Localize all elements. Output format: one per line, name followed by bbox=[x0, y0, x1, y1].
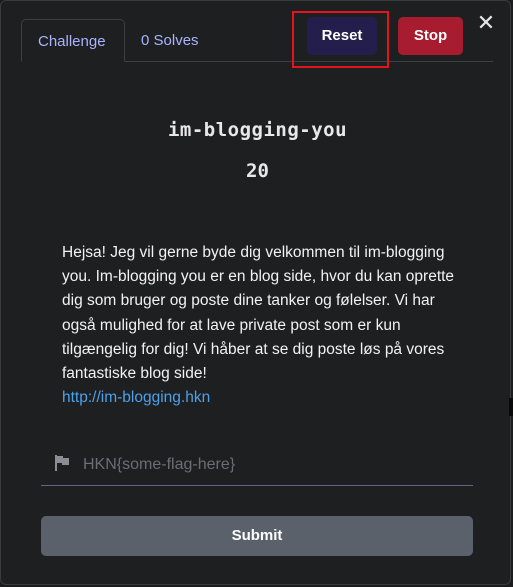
tab-solves[interactable]: 0 Solves bbox=[125, 19, 215, 61]
reset-highlight-box bbox=[292, 11, 389, 68]
flag-input[interactable] bbox=[81, 450, 465, 480]
challenge-modal: ✕ Challenge 0 Solves Reset Stop im-blogg… bbox=[0, 0, 511, 585]
flag-input-row bbox=[41, 444, 473, 486]
tab-solves-label: 0 Solves bbox=[141, 32, 199, 49]
challenge-points: 20 bbox=[246, 160, 269, 182]
page-edge-scrollbar bbox=[509, 398, 513, 416]
flag-icon bbox=[53, 454, 71, 472]
submit-button[interactable]: Submit bbox=[41, 516, 473, 556]
tab-challenge-label: Challenge bbox=[38, 33, 106, 50]
description-text: Hejsa! Jeg vil gerne byde dig velkommen … bbox=[62, 244, 455, 383]
tab-challenge[interactable]: Challenge bbox=[21, 19, 125, 62]
challenge-description: Hejsa! Jeg vil gerne byde dig velkommen … bbox=[62, 241, 462, 410]
challenge-link[interactable]: http://im-blogging.hkn bbox=[62, 389, 210, 406]
stop-button[interactable]: Stop bbox=[398, 17, 463, 55]
challenge-title: im-blogging-you bbox=[167, 119, 348, 141]
